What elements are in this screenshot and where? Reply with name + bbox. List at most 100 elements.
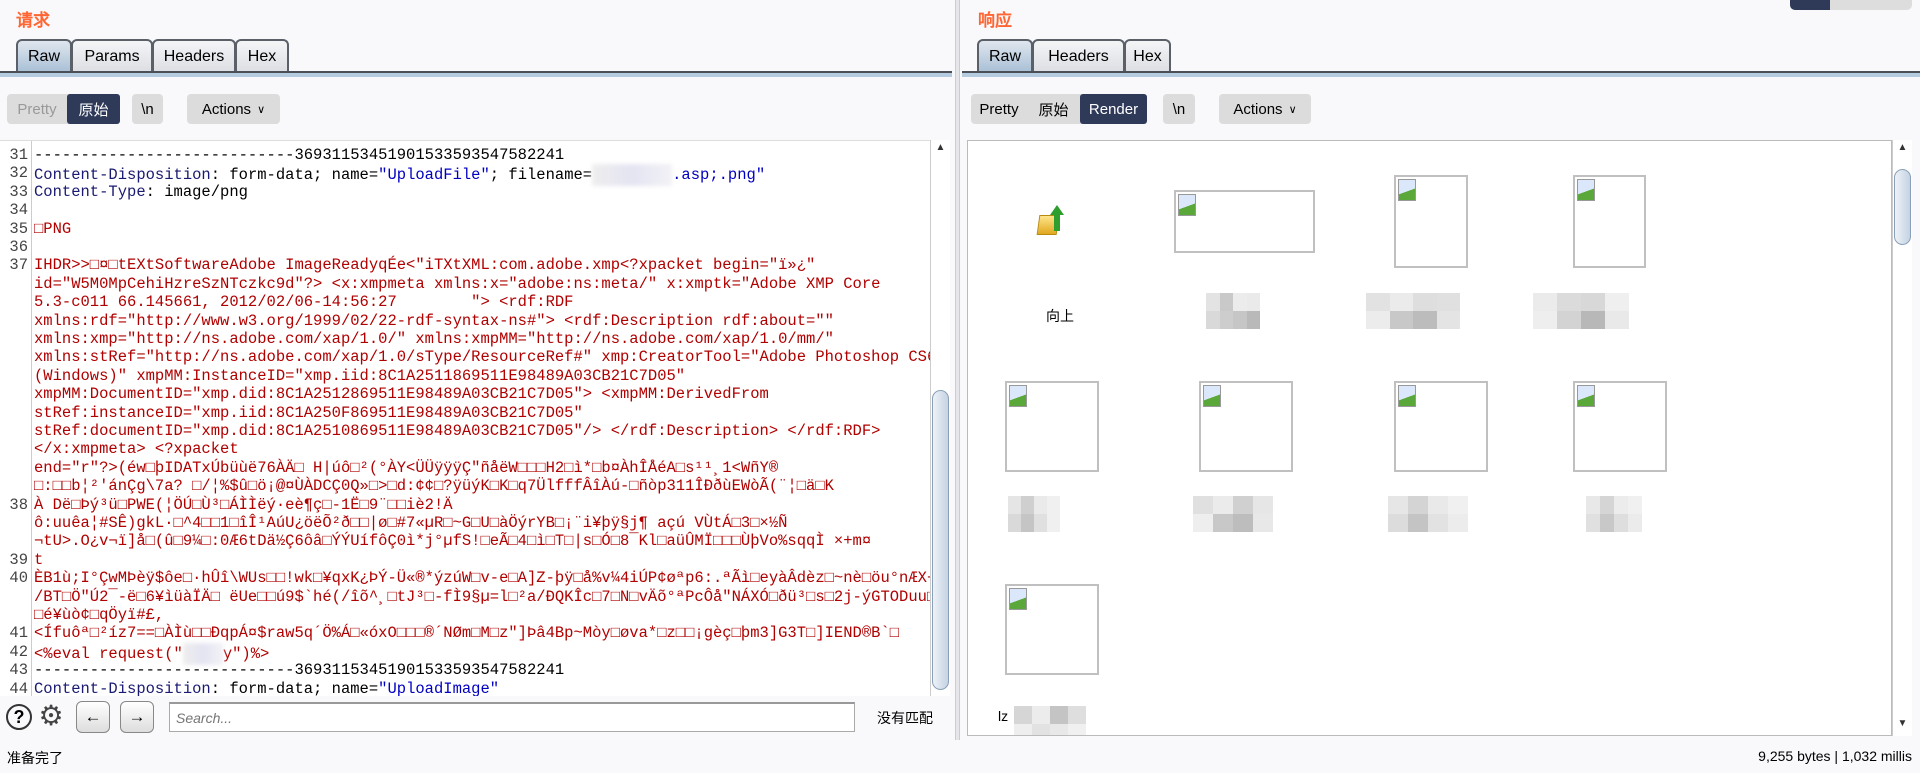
tab-params[interactable]: Params: [71, 39, 153, 72]
response-newline-toggle-button[interactable]: \n: [1163, 94, 1195, 124]
line-text: À Dë□Þý³ü□PWE(¦ÖÚ□Ù³□ÁÌÌëý·eè¶ç□-1Ë□9¨□□…: [34, 496, 453, 514]
broken-image[interactable]: [1573, 381, 1667, 472]
code-segment: : form-data; name=: [210, 166, 379, 185]
code-line: 38 À Dë□Þý³ü□PWE(¦ÖÚ□Ù³□ÁÌÌëý·eè¶ç□-1Ë□9¨…: [0, 496, 930, 514]
code-line: id="W5M0MpCehiHzreSzNTczkc9d"?> <x:xmpme…: [0, 275, 930, 293]
parent-directory-link[interactable]: 向上: [1046, 306, 1074, 326]
pretty-button[interactable]: Pretty: [7, 94, 67, 124]
code-segment: <Ífuôª□²íz7==□ÀÌù□□ÐqpÁ¤$raw5q´Ö%Á□«óxO□…: [34, 624, 900, 643]
code-segment: Content-Disposition: [34, 679, 211, 696]
pretty-button[interactable]: Pretty: [971, 94, 1027, 124]
request-scrollbar[interactable]: ▲: [930, 140, 950, 696]
line-text: end="r"?>(éw□þIDATxÚbüùë76ÀÄ□ H|úô□²(°ÀY…: [34, 459, 778, 477]
code-segment: id="W5M0MpCehiHzreSzNTczkc9d"?> <x:xmpme…: [34, 274, 881, 293]
code-line: stRef:instanceID="xmp.iid:8C1A250F869511…: [0, 404, 930, 422]
layout-tabs-button[interactable]: [1871, 0, 1912, 10]
gear-icon[interactable]: ⚙: [37, 702, 65, 730]
response-tab-headers[interactable]: Headers: [1032, 39, 1125, 72]
layout-toggle: [1790, 0, 1912, 10]
actions-button[interactable]: Actions ∨: [187, 94, 280, 124]
code-line: 36: [0, 238, 930, 256]
code-segment: "UploadFile": [378, 166, 490, 185]
code-line: ¬tU>.O¿v¬ï]å□(û□9¼□:0Æ6tDä½Ç6ôâ□ÝÝUífôÇ0…: [0, 532, 930, 550]
code-line: 32 Content-Disposition: form-data; name="…: [0, 164, 930, 187]
scroll-down-icon[interactable]: ▼: [1893, 718, 1912, 734]
line-number: 36: [9, 238, 28, 256]
scrollbar-thumb[interactable]: [932, 390, 949, 690]
scroll-up-icon[interactable]: ▲: [1893, 142, 1912, 158]
line-number: 33: [9, 182, 28, 201]
search-input[interactable]: [169, 702, 855, 732]
broken-image[interactable]: [1199, 381, 1293, 472]
response-scrollbar[interactable]: ▲ ▼: [1892, 140, 1912, 736]
line-text: /BT□Ö"Ú2¯-ë□6¥ìüàÏÄ□ ëUe□□ú9$`hé(/îõ^¸□t…: [34, 588, 930, 606]
panel-splitter[interactable]: [955, 0, 960, 740]
help-icon[interactable]: ?: [6, 704, 32, 730]
code-segment: (Windows)" xmpMM:InstanceID="xmp.iid:8C1…: [34, 366, 686, 385]
broken-image-icon: [1203, 385, 1221, 407]
line-text: □:□□b¦²'ánÇg\7a? □/¦%$û□ö¡@¤ÙÀDCÇ0Q»□>□d…: [34, 477, 834, 495]
line-text: Content-Disposition: form-data; name="Up…: [34, 680, 499, 696]
line-number: 39: [9, 550, 28, 569]
previous-match-button[interactable]: ←: [76, 701, 110, 733]
broken-image[interactable]: [1394, 175, 1468, 268]
code-line: 41 <Ífuôª□²íz7==□ÀÌù□□ÐqpÁ¤$raw5q´Ö%Á□«óx…: [0, 624, 930, 642]
redacted-label: [1586, 496, 1642, 532]
response-tab-divider: [962, 71, 1920, 77]
code-line: 5.3-c011 66.145661, 2012/02/06-14:56:27 …: [0, 293, 930, 311]
code-segment: xmlns:stRef="http://ns.adobe.com/xap/1.0…: [34, 348, 930, 367]
code-line: 37 IHDR>>□¤□tEXtSoftwareAdobe ImageReadyq…: [0, 256, 930, 274]
line-number: 37: [9, 256, 28, 275]
broken-image[interactable]: [1174, 190, 1315, 253]
render-button[interactable]: Render: [1080, 94, 1147, 124]
code-line: □:□□b¦²'ánÇg\7a? □/¦%$û□ö¡@¤ÙÀDCÇ0Q»□>□d…: [0, 477, 930, 495]
code-segment: ¬tU>.O¿v¬ï]å□(û□9¼□:0Æ6tDä½Ç6ôâ□ÝÝUífôÇ0…: [34, 532, 872, 551]
next-match-button[interactable]: →: [120, 701, 154, 733]
code-segment: </x:xmpmeta> <?xpacket: [34, 440, 239, 459]
raw-view-button[interactable]: 原始: [1027, 94, 1080, 124]
redacted-label: [1206, 293, 1260, 329]
code-segment: stRef:documentID="xmp.did:8C1A2510869511…: [34, 422, 881, 440]
rendered-response: 向上 lz: [967, 140, 1892, 736]
request-editor[interactable]: 31 ----------------------------3693115345…: [0, 140, 930, 696]
tab-hex[interactable]: Hex: [235, 39, 289, 72]
line-number: 42: [9, 642, 28, 661]
line-number: 40: [9, 569, 28, 588]
line-number: 34: [9, 201, 28, 220]
scroll-up-icon[interactable]: ▲: [931, 142, 950, 158]
broken-image[interactable]: [1394, 381, 1488, 472]
redacted-label: [1366, 293, 1460, 329]
layout-side-by-side-button[interactable]: [1790, 0, 1830, 10]
broken-image[interactable]: [1005, 381, 1099, 472]
tab-raw[interactable]: Raw: [16, 39, 72, 72]
code-segment: ; filename=: [489, 166, 593, 185]
layout-top-bottom-button[interactable]: [1830, 0, 1871, 10]
response-actions-button[interactable]: Actions ∨: [1219, 94, 1311, 124]
code-segment: ----------------------------369311534519…: [34, 661, 565, 680]
response-tab-raw[interactable]: Raw: [977, 39, 1033, 72]
code-segment: : image/png: [145, 182, 248, 201]
redacted-label: [1193, 496, 1273, 532]
newline-toggle-button[interactable]: \n: [132, 94, 163, 124]
line-text: t: [34, 551, 43, 569]
line-number: 44: [9, 679, 28, 696]
code-line: 43 ----------------------------3693115345…: [0, 661, 930, 679]
broken-image-icon: [1009, 588, 1027, 610]
code-line: </x:xmpmeta> <?xpacket: [0, 440, 930, 458]
line-text: xmlns:stRef="http://ns.adobe.com/xap/1.0…: [34, 348, 930, 366]
chevron-down-icon: ∨: [257, 103, 266, 116]
response-tab-hex[interactable]: Hex: [1124, 39, 1171, 72]
code-line: stRef:documentID="xmp.did:8C1A2510869511…: [0, 422, 930, 440]
raw-view-button[interactable]: 原始: [67, 94, 120, 124]
folder-up-icon[interactable]: [1036, 205, 1066, 235]
broken-image[interactable]: [1573, 175, 1646, 268]
code-segment: Content-Disposition: [34, 166, 211, 185]
broken-image[interactable]: [1005, 584, 1099, 675]
code-segment: xmlns:xmp="http://ns.adobe.com/xap/1.0/"…: [34, 330, 834, 348]
response-stats: 9,255 bytes | 1,032 millis: [1758, 748, 1912, 764]
tab-headers[interactable]: Headers: [152, 39, 236, 72]
code-segment: ÈB1ù;I°ÇwMÞèÿ$ôe□·hÛî\WUs□□!wk□¥qxK¿ÞÝ-Ü…: [34, 569, 930, 588]
partial-file-label[interactable]: lz: [998, 708, 1008, 724]
scrollbar-thumb[interactable]: [1894, 169, 1911, 245]
line-number: 43: [9, 661, 28, 680]
